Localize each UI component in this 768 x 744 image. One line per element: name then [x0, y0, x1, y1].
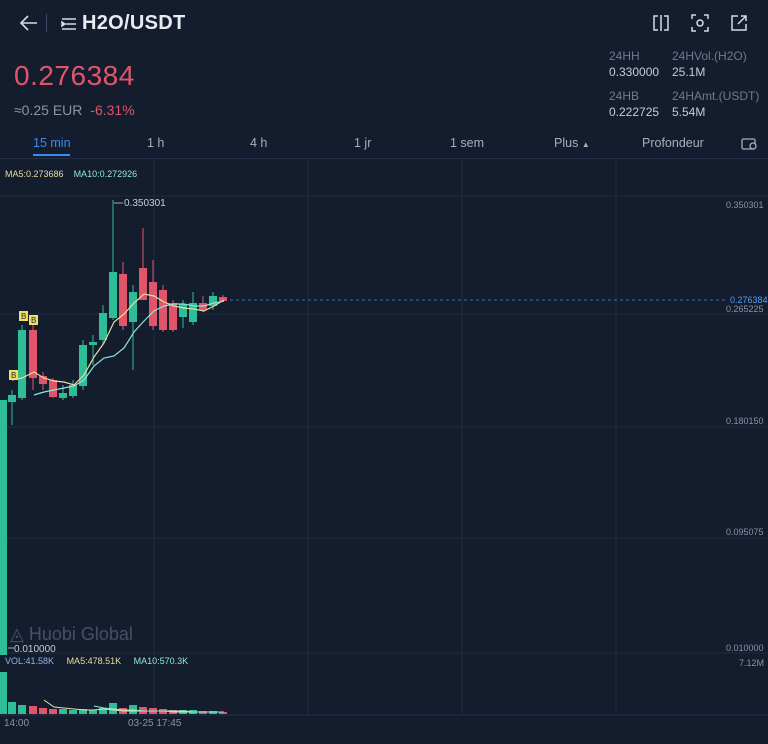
- volume-bar-3: [29, 706, 37, 714]
- back-button[interactable]: [16, 10, 42, 36]
- time-label-left: 14:00: [4, 718, 30, 729]
- watermark-label: Huobi Global: [28, 624, 133, 644]
- vol-value: VOL:41.58K: [5, 656, 55, 666]
- amt-label: 24HAmt.(USDT): [672, 89, 760, 103]
- axis-label-4: 0.095075: [726, 527, 764, 537]
- amt-value: 5.54M: [672, 105, 706, 119]
- volume-bar-4: [39, 708, 47, 714]
- candle-body-0: [0, 400, 7, 655]
- tab-1h[interactable]: 1 h: [147, 136, 164, 150]
- price-sub: ≈0.25 EUR -6.31%: [14, 102, 135, 118]
- vol-axis-max: 7.12M: [739, 658, 764, 668]
- tab-4h[interactable]: 4 h: [250, 136, 267, 150]
- volume-bar-0: [0, 672, 7, 714]
- split-view-icon: [653, 15, 669, 31]
- vol-value: 25.1M: [672, 65, 706, 79]
- vol-ma10-value: MA10:570.3K: [133, 656, 189, 666]
- volume-bar-6: [59, 709, 67, 714]
- current-price-label: 0.276384: [730, 295, 768, 305]
- candle-body-2: [18, 330, 26, 398]
- interval-tabs: 15 min 1 h 4 h 1 jr 1 sem Plus ▲ Profond…: [0, 128, 768, 159]
- axis-label-5: 0.010000: [726, 643, 764, 653]
- volume-bar-2: [18, 705, 26, 714]
- high-value: 0.330000: [609, 65, 660, 79]
- axis-label-1: 0.350301: [726, 200, 764, 210]
- volume-bar-9: [89, 710, 97, 714]
- header-divider: [46, 14, 47, 32]
- menu-icon: [61, 18, 76, 30]
- low-label: 24HB: [609, 89, 640, 103]
- triangle-icon: ▲: [581, 140, 590, 149]
- axis-label-3: 0.180150: [726, 416, 764, 426]
- arrow-left-icon: [19, 15, 37, 31]
- volume-bar-7: [69, 710, 77, 714]
- time-label-mid: 03-25 17:45: [128, 718, 182, 729]
- candle-body-6: [59, 393, 67, 398]
- candle-body-16: [159, 290, 167, 330]
- price-change: -6.31%: [90, 102, 135, 118]
- fiat-price: ≈0.25 EUR: [14, 102, 83, 118]
- screenshot-icon: [691, 14, 709, 32]
- tab-more[interactable]: Plus ▲: [554, 136, 590, 150]
- volume-bars: [0, 672, 227, 714]
- watermark: ◬ Huobi Global: [10, 624, 133, 645]
- tab-depth[interactable]: Profondeur: [642, 136, 704, 150]
- tab-1w[interactable]: 1 sem: [450, 136, 484, 150]
- candle-body-18: [179, 304, 187, 317]
- candle-body-8: [79, 345, 87, 386]
- split-view-button[interactable]: [648, 10, 674, 36]
- volume-bar-5: [49, 709, 57, 714]
- vol-label: 24HVol.(H2O): [672, 49, 747, 63]
- high-marker-label: 0.350301: [124, 198, 166, 209]
- active-tab-indicator: [33, 154, 70, 156]
- buy-marker-1-label: B: [11, 371, 16, 380]
- candle-body-5: [49, 380, 57, 397]
- tab-15min[interactable]: 15 min: [33, 136, 71, 150]
- candle-body-17: [169, 303, 177, 330]
- candle-body-1: [8, 395, 16, 402]
- low-value: 0.222725: [609, 105, 660, 119]
- high-label: 24HH: [609, 49, 640, 63]
- candle-body-12: [119, 274, 127, 326]
- vol-ma5-value: MA5:478.51K: [66, 656, 122, 666]
- share-icon: [731, 15, 747, 31]
- buy-marker-3-label: B: [31, 316, 36, 325]
- candle-body-9: [89, 342, 97, 345]
- tab-1d[interactable]: 1 jr: [354, 136, 371, 150]
- chart-settings-button[interactable]: [736, 130, 762, 156]
- chart-settings-icon: [741, 138, 757, 150]
- last-price: 0.276384: [14, 60, 135, 91]
- page-title[interactable]: H2O/USDT: [82, 12, 186, 35]
- candle-body-3: [29, 330, 37, 378]
- volume-bar-1: [8, 702, 16, 714]
- huobi-logo-icon: ◬: [10, 624, 24, 644]
- screenshot-button[interactable]: [687, 10, 713, 36]
- candle-body-10: [99, 313, 107, 340]
- pair-menu-button[interactable]: [56, 11, 82, 37]
- candle-body-15: [149, 282, 157, 326]
- tab-more-label: Plus: [554, 136, 579, 150]
- low-marker-label: 0.010000: [14, 644, 56, 655]
- volume-legend: VOL:41.58K MA5:478.51K MA10:570.3K: [5, 656, 188, 666]
- share-button[interactable]: [726, 10, 752, 36]
- axis-label-2: 0.265225: [726, 304, 764, 314]
- candle-body-11: [109, 272, 117, 318]
- buy-marker-2-label: B: [21, 312, 26, 321]
